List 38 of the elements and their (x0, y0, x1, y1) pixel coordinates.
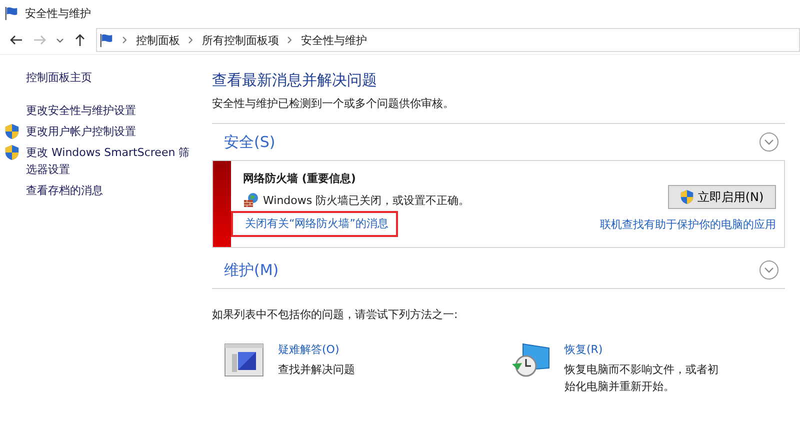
breadcrumb-item[interactable]: 安全性与维护 (301, 32, 367, 48)
section-header[interactable]: 维护(M) (224, 260, 279, 280)
sidebar-link[interactable]: 控制面板主页 (26, 69, 196, 86)
page-heading: 查看最新消息并解决问题 (212, 71, 378, 90)
option-description: 恢复电脑而不影响文件，或者初始化电脑并重新开始。 (564, 362, 720, 395)
sidebar-link[interactable]: 更改 Windows SmartScreen 筛选器设置 (26, 144, 196, 178)
help-link[interactable]: 联机查找有助于保护你的电脑的应用 (600, 216, 776, 232)
dismiss-link[interactable]: 关闭有关“网络防火墙”的消息 (245, 217, 388, 230)
sidebar-link[interactable]: 更改用户帐户控制设置 (26, 123, 196, 140)
dropdown-caret-icon[interactable] (56, 36, 64, 44)
option-description: 查找并解决问题 (278, 362, 356, 378)
flag-icon (99, 32, 114, 48)
shield-icon (4, 123, 20, 140)
shield-icon (680, 189, 694, 205)
window-title: 安全性与维护 (25, 6, 91, 20)
chevron-circle-icon[interactable] (759, 260, 779, 280)
address-bar[interactable]: 控制面板 所有控制面板项 安全性与维护 (96, 28, 800, 52)
page-description: 安全性与维护已检测到一个或多个问题供你审核。 (212, 96, 455, 111)
message-title: 网络防火墙 (重要信息) (243, 171, 357, 186)
recovery-clock-icon (510, 342, 550, 378)
shield-icon (4, 144, 20, 161)
breadcrumb-item[interactable]: 所有控制面板项 (202, 32, 279, 48)
chevron-icon (188, 36, 194, 44)
sidebar-link[interactable]: 查看存档的消息 (26, 182, 196, 199)
section-header[interactable]: 安全(S) (224, 132, 276, 152)
enable-button[interactable]: 立即启用(N) (668, 185, 776, 209)
breadcrumb-item[interactable]: 控制面板 (136, 32, 180, 48)
chevron-icon (122, 36, 128, 44)
prompt-text: 如果列表中不包括你的问题，请尝试下列方法之一: (212, 307, 459, 322)
flag-icon (4, 6, 19, 20)
chevron-circle-icon[interactable] (759, 132, 779, 152)
chevron-icon (287, 36, 293, 44)
sidebar-link[interactable]: 更改安全性与维护设置 (26, 102, 196, 119)
firewall-icon (243, 192, 259, 208)
option-link[interactable]: 疑难解答(O) (278, 342, 438, 357)
option-link[interactable]: 恢复(R) (564, 342, 724, 357)
monitor-icon (224, 342, 264, 378)
message-text: Windows 防火墙已关闭，或设置不正确。 (263, 192, 470, 208)
